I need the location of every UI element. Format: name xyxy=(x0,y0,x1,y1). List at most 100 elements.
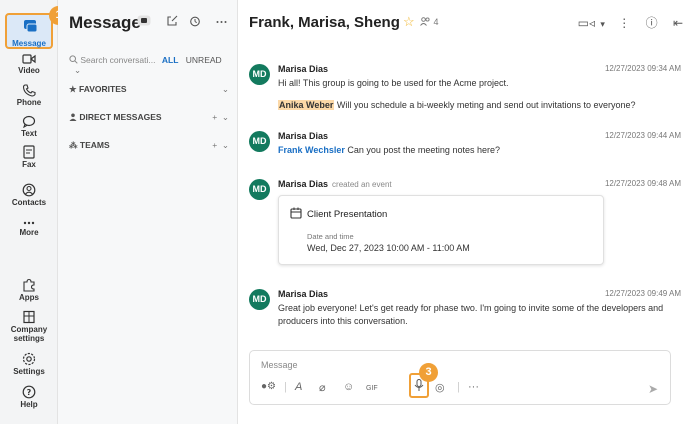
rail-label-contacts: Contacts xyxy=(11,198,47,207)
section-label: DIRECT MESSAGES xyxy=(79,112,162,122)
emoji-icon[interactable]: ☺ xyxy=(343,381,354,393)
rail-label-message: Message xyxy=(12,39,46,48)
gif-icon[interactable]: GIF xyxy=(366,385,378,392)
message-composer[interactable]: Message ●⚙ | A ⌀ ☺ GIF ◎ | ··· ➤ xyxy=(249,350,671,405)
search-row: Search conversati... ALL UNREAD ⌄ xyxy=(69,55,234,76)
mention-link[interactable]: Frank Wechsler xyxy=(278,145,345,155)
favorite-star-icon[interactable]: ☆ xyxy=(403,14,415,30)
chat-bubble-icon xyxy=(24,20,38,33)
member-count-value: 4 xyxy=(433,17,439,27)
sender-name-text: Marisa Dias xyxy=(278,179,329,189)
rail-item-contacts[interactable]: Contacts xyxy=(0,183,58,207)
rail-label-help: Help xyxy=(20,400,38,409)
rail-item-settings[interactable]: Settings xyxy=(0,352,58,376)
rail-item-fax[interactable]: Fax xyxy=(0,145,58,169)
event-title: Client Presentation xyxy=(307,209,388,220)
add-chevron-icons[interactable]: + ⌄ xyxy=(212,140,229,151)
alarm-clock-icon[interactable] xyxy=(189,15,201,27)
attachment-icon[interactable]: ⌀ xyxy=(319,381,326,394)
rail-label-apps: Apps xyxy=(19,293,39,302)
instagram-icon[interactable]: ◎ xyxy=(435,381,445,394)
left-rail: Message 1 Video Phone Text Fax Contacts … xyxy=(0,0,68,424)
callout-badge-3: 3 xyxy=(419,363,438,382)
emoji-reaction-icon[interactable]: ●⚙ xyxy=(261,381,276,392)
filter-unread-tab[interactable]: UNREAD xyxy=(186,55,222,65)
mention-tag[interactable]: Anika Weber xyxy=(278,100,335,110)
search-icon xyxy=(69,55,78,64)
filter-all-tab[interactable]: ALL xyxy=(162,55,179,65)
rail-item-help[interactable]: ? Help xyxy=(0,385,58,409)
rail-label-text: Text xyxy=(21,129,37,138)
event-date-label: Date and time xyxy=(307,232,354,241)
panel-title: Message xyxy=(69,13,141,32)
rail-item-phone[interactable]: Phone xyxy=(0,84,58,107)
rail-item-message[interactable]: Message xyxy=(5,13,53,49)
compose-icon[interactable] xyxy=(166,15,178,27)
member-count[interactable]: 4 xyxy=(420,17,439,27)
text-format-icon[interactable]: A xyxy=(295,381,302,393)
sender-name[interactable]: Marisa Dias xyxy=(278,289,328,299)
header-actions: ▭◃ ▾ ⋮ ⓘ ⇤ xyxy=(578,14,683,31)
rail-item-video[interactable]: Video xyxy=(0,53,58,75)
avatar[interactable]: MD xyxy=(249,179,270,200)
section-favorites[interactable]: ★ FAVORITES ⌄ xyxy=(69,84,231,95)
teams-icon: ⁂ xyxy=(69,140,78,150)
rail-label-fax: Fax xyxy=(22,160,36,169)
message-text: Hi all! This group is going to be used f… xyxy=(278,78,509,88)
section-direct-messages[interactable]: DIRECT MESSAGES + ⌄ xyxy=(69,112,231,122)
chevron-down-icon[interactable]: ⌄ xyxy=(74,65,81,75)
section-label: TEAMS xyxy=(79,140,110,150)
avatar[interactable]: MD xyxy=(249,131,270,152)
avatar[interactable]: MD xyxy=(249,289,270,310)
text-bubble-icon xyxy=(22,115,36,128)
rail-item-company-settings[interactable]: Company settings xyxy=(0,310,58,343)
more-options-icon[interactable]: ··· xyxy=(468,381,479,393)
conversation-view: Frank, Marisa, Sheng ☆ 4 ▭◃ ▾ ⋮ ⓘ ⇤ MD M… xyxy=(239,0,693,424)
microphone-icon xyxy=(414,379,424,391)
building-icon xyxy=(23,310,35,324)
message-text: producers into this conversation. xyxy=(278,316,408,326)
phone-icon xyxy=(22,84,36,97)
avatar[interactable]: MD xyxy=(249,64,270,85)
event-created-note: created an event xyxy=(332,180,392,189)
rail-label-phone: Phone xyxy=(16,98,42,107)
person-icon xyxy=(69,113,77,121)
rail-item-more[interactable]: More xyxy=(0,219,58,237)
send-icon[interactable]: ➤ xyxy=(648,382,658,396)
message-timestamp: 12/27/2023 09:44 AM xyxy=(604,131,681,140)
chevron-down-icon[interactable]: ▾ xyxy=(600,19,605,29)
fax-icon xyxy=(23,145,35,159)
help-icon: ? xyxy=(22,385,36,399)
rail-label-video: Video xyxy=(18,66,40,75)
folder-toggle-icon[interactable] xyxy=(137,15,151,26)
contacts-icon xyxy=(22,183,36,197)
message-timestamp: 12/27/2023 09:49 AM xyxy=(604,289,681,298)
more-horizontal-icon[interactable] xyxy=(216,20,227,24)
add-chevron-icons[interactable]: + ⌄ xyxy=(212,112,229,123)
conversation-title: Frank, Marisa, Sheng xyxy=(249,14,400,31)
collapse-panel-icon[interactable]: ⇤ xyxy=(673,16,683,30)
message-input[interactable]: Message xyxy=(261,360,298,370)
divider: | xyxy=(284,381,287,393)
message-text: Anika Weber Will you schedule a bi-weekl… xyxy=(278,99,668,112)
rail-item-apps[interactable]: Apps xyxy=(0,278,58,302)
rail-label-company-settings: Company settings xyxy=(10,325,48,343)
message-text: Great job everyone! Let's get ready for … xyxy=(278,303,664,313)
calendar-icon xyxy=(290,207,302,219)
rail-item-text[interactable]: Text xyxy=(0,115,58,138)
video-call-icon[interactable]: ▭◃ xyxy=(578,16,595,30)
puzzle-icon xyxy=(23,278,35,292)
chevron-down-icon[interactable]: ⌄ xyxy=(222,84,229,95)
search-input[interactable]: Search conversati... xyxy=(80,55,155,65)
sender-name[interactable]: Marisa Dias xyxy=(278,131,328,141)
section-teams[interactable]: ⁂ TEAMS + ⌄ xyxy=(69,140,231,151)
rail-label-more: More xyxy=(19,228,39,237)
info-icon[interactable]: ⓘ xyxy=(646,16,658,30)
section-label: FAVORITES xyxy=(79,84,127,94)
more-vertical-icon[interactable]: ⋮ xyxy=(618,16,630,30)
event-card[interactable]: Client Presentation Date and time Wed, D… xyxy=(278,195,604,265)
sender-name[interactable]: Marisa Dias xyxy=(278,64,328,74)
sender-name[interactable]: Marisa Dias created an event xyxy=(278,179,392,189)
video-icon xyxy=(22,54,36,64)
rail-label-settings: Settings xyxy=(13,367,45,376)
